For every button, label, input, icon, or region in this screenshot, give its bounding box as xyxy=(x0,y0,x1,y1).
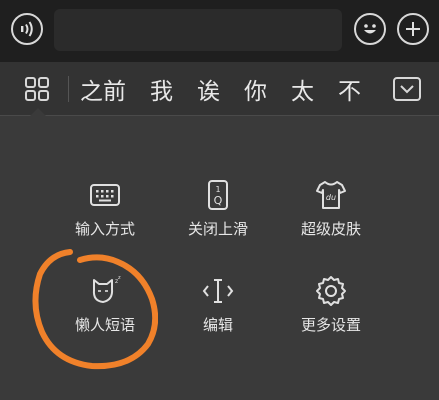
menu-pointer xyxy=(30,108,46,116)
cursor-edit-icon xyxy=(202,279,234,303)
swipe-up-icon: 1 Q xyxy=(208,180,228,210)
candidate-list: 之前 我 诶 你 太 不 xyxy=(80,62,378,116)
plus-icon xyxy=(406,22,420,36)
tool-close-swipe[interactable]: 1 Q 关闭上滑 xyxy=(168,178,268,239)
top-bar xyxy=(0,0,439,62)
voice-input-button[interactable] xyxy=(11,13,43,45)
tool-super-skin[interactable]: du 超级皮肤 xyxy=(281,178,381,239)
add-button[interactable] xyxy=(397,13,429,45)
svg-text:Q: Q xyxy=(214,194,223,207)
svg-text:1: 1 xyxy=(215,185,220,194)
tool-more-settings[interactable]: 更多设置 xyxy=(281,274,381,335)
grid-menu-icon[interactable] xyxy=(24,76,50,102)
tool-label: 编辑 xyxy=(202,316,233,334)
candidate-word[interactable]: 不 xyxy=(338,72,361,106)
lazy-cat-icon: z z xyxy=(92,275,121,303)
text-input[interactable] xyxy=(54,9,342,51)
tool-label: 关闭上滑 xyxy=(187,220,248,238)
candidate-divider xyxy=(68,76,69,102)
candidate-word[interactable]: 我 xyxy=(150,72,173,106)
svg-text:du: du xyxy=(326,193,336,202)
tool-input-method[interactable]: 输入方式 xyxy=(55,178,155,239)
tool-panel: 输入方式 1 Q 关闭上滑 du 超级皮肤 z z 懒人短语 编辑 更多设置 xyxy=(0,116,439,400)
candidate-word[interactable]: 你 xyxy=(244,72,267,106)
tool-label: 懒人短语 xyxy=(74,316,135,334)
keyboard-icon xyxy=(90,184,120,206)
candidate-word[interactable]: 诶 xyxy=(197,72,220,106)
candidate-word[interactable]: 太 xyxy=(291,72,314,106)
skin-shirt-icon: du xyxy=(316,181,346,209)
tool-lazy-phrases[interactable]: z z 懒人短语 xyxy=(55,274,155,335)
tool-label: 输入方式 xyxy=(74,220,135,238)
svg-text:z: z xyxy=(118,275,121,281)
emoji-button[interactable] xyxy=(354,13,386,45)
tool-edit[interactable]: 编辑 xyxy=(168,274,268,335)
voice-icon xyxy=(21,21,33,37)
candidate-bar: 之前 我 诶 你 太 不 xyxy=(0,62,439,116)
tool-label: 超级皮肤 xyxy=(300,220,361,238)
tool-label: 更多设置 xyxy=(300,316,361,334)
emoji-icon xyxy=(364,24,376,34)
gear-icon xyxy=(316,276,346,306)
candidate-word[interactable]: 之前 xyxy=(80,72,126,106)
keyboard-collapse-icon[interactable] xyxy=(393,77,421,101)
